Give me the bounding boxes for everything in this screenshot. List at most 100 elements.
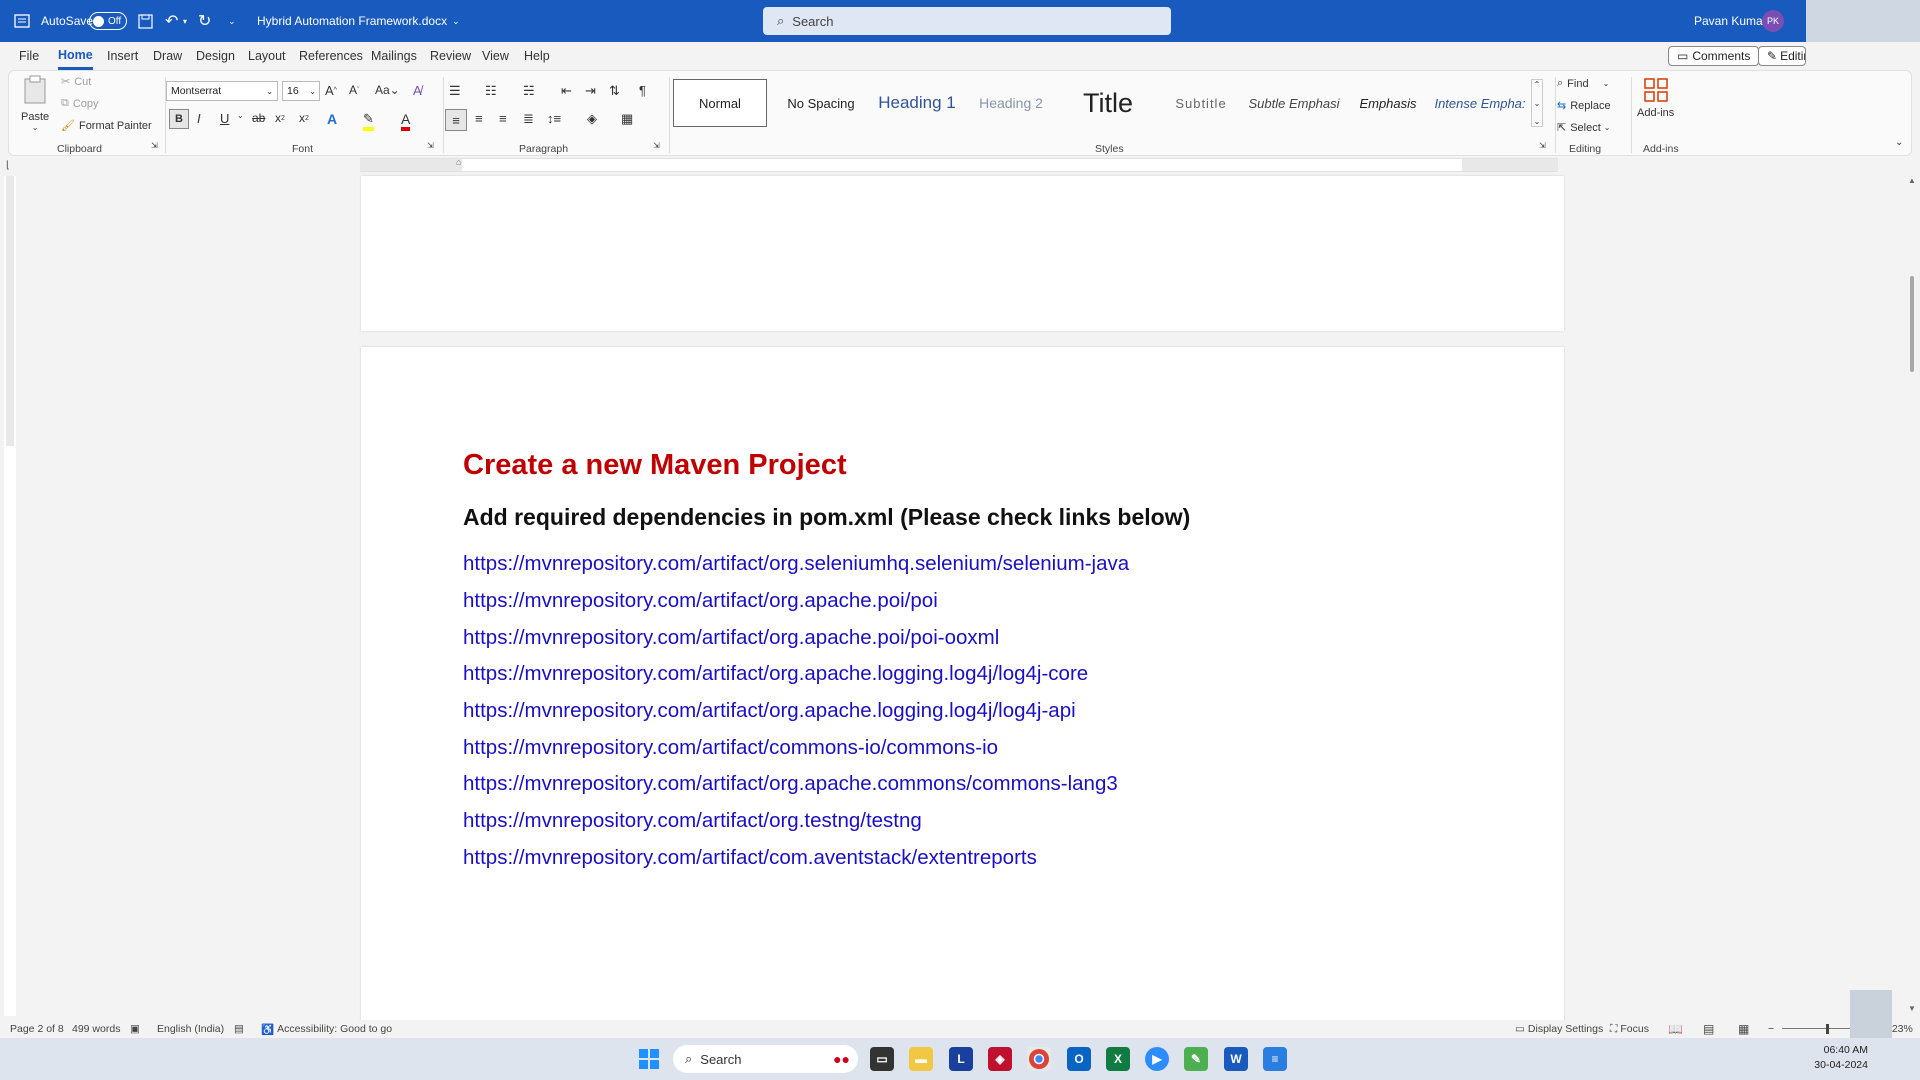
change-case-icon[interactable]: Aa⌄: [375, 83, 400, 97]
align-right-icon[interactable]: ≡: [499, 111, 507, 126]
increase-indent-icon[interactable]: ⇥: [585, 83, 596, 99]
show-formatting-marks-icon[interactable]: ¶: [639, 83, 646, 98]
tab-design[interactable]: Design: [196, 42, 235, 70]
collapse-ribbon-icon[interactable]: ⌄: [1895, 137, 1903, 148]
line-spacing-icon[interactable]: ↕≡: [547, 111, 561, 126]
dependency-link[interactable]: https://mvnrepository.com/artifact/org.t…: [463, 809, 922, 833]
style-no-spacing[interactable]: No Spacing: [771, 79, 871, 127]
font-color-icon[interactable]: A: [401, 111, 411, 131]
copy-button[interactable]: ⧉ Copy: [61, 97, 99, 110]
word-count[interactable]: 499 words: [72, 1020, 120, 1038]
font-family-select[interactable]: Montserrat ⌄: [166, 81, 278, 101]
tab-selector-icon[interactable]: ⌊: [6, 160, 10, 171]
word-app-icon[interactable]: [14, 0, 30, 42]
editing-mode-button[interactable]: ✎ Editing: [1758, 46, 1806, 66]
vertical-scrollbar[interactable]: ▲ ▼: [1904, 176, 1920, 1016]
dependency-link[interactable]: https://mvnrepository.com/artifact/com.a…: [463, 846, 1037, 870]
text-effects-icon[interactable]: A: [327, 111, 337, 127]
page-count[interactable]: Page 2 of 8: [10, 1020, 64, 1038]
undo-icon[interactable]: ↶: [165, 0, 178, 42]
l-app-icon[interactable]: L: [949, 1047, 973, 1071]
subscript-icon[interactable]: x2: [275, 111, 285, 125]
bullets-icon[interactable]: ☰: [449, 83, 461, 99]
web-layout-icon[interactable]: ▦: [1738, 1020, 1749, 1038]
style-heading-2[interactable]: Heading 2: [965, 79, 1057, 127]
dependency-link[interactable]: https://mvnrepository.com/artifact/org.a…: [463, 626, 999, 650]
chevron-down-icon[interactable]: ⌄: [237, 111, 244, 120]
cut-button[interactable]: ✂ Cut: [61, 75, 91, 89]
shading-icon[interactable]: ◈: [587, 111, 597, 127]
style-heading-1[interactable]: Heading 1: [873, 79, 961, 127]
print-layout-icon[interactable]: ▤: [1703, 1020, 1714, 1038]
clipboard-launcher-icon[interactable]: ⇲: [151, 141, 158, 150]
file-explorer-icon[interactable]: ▬: [909, 1047, 933, 1071]
indent-marker-icon[interactable]: ⌂: [456, 157, 461, 167]
tab-review[interactable]: Review: [430, 42, 471, 70]
style-normal[interactable]: Normal: [673, 79, 767, 127]
highlight-icon[interactable]: ✎: [363, 111, 374, 131]
find-button[interactable]: ⌕ Find ⌄: [1557, 77, 1609, 90]
scroll-up-icon[interactable]: ▲: [1908, 176, 1916, 185]
dependency-link[interactable]: https://mvnrepository.com/artifact/org.a…: [463, 699, 1076, 723]
align-center-icon[interactable]: ≡: [475, 111, 483, 126]
style-subtle-emphasis[interactable]: Subtle Emphasi: [1245, 79, 1343, 127]
align-left-icon[interactable]: ≡: [445, 109, 467, 131]
superscript-icon[interactable]: x2: [299, 111, 309, 125]
decrease-indent-icon[interactable]: ⇤: [561, 83, 572, 99]
read-mode-icon[interactable]: 📖: [1668, 1020, 1683, 1038]
notepad-icon[interactable]: ≡: [1263, 1047, 1287, 1071]
customize-toolbar-icon[interactable]: ⌄: [228, 0, 236, 42]
mcafee-icon[interactable]: ◈: [988, 1047, 1012, 1071]
start-button[interactable]: [637, 1047, 661, 1071]
search-box[interactable]: ⌕ Search: [763, 7, 1171, 35]
styles-launcher-icon[interactable]: ⇲: [1539, 141, 1546, 150]
tab-file[interactable]: File: [19, 42, 39, 70]
style-subtitle[interactable]: Subtitle: [1159, 79, 1243, 127]
style-intense-emphasis[interactable]: Intense Empha:: [1433, 79, 1527, 127]
clear-formatting-icon[interactable]: A̸: [413, 83, 422, 98]
zoom-app-icon[interactable]: ▶: [1145, 1047, 1169, 1071]
bold-icon[interactable]: B: [169, 109, 189, 129]
sort-icon[interactable]: ⇅: [609, 83, 620, 99]
dependency-link[interactable]: https://mvnrepository.com/artifact/org.a…: [463, 589, 938, 613]
font-launcher-icon[interactable]: ⇲: [427, 141, 434, 150]
scroll-down-icon[interactable]: ▼: [1908, 1004, 1916, 1013]
undo-dropdown-icon[interactable]: ▾: [183, 0, 187, 42]
tab-references[interactable]: References: [299, 42, 363, 70]
notepad-plus-icon[interactable]: ✎: [1184, 1047, 1208, 1071]
italic-icon[interactable]: I: [197, 111, 201, 126]
focus-button[interactable]: ⛶ Focus: [1610, 1020, 1649, 1038]
display-settings-button[interactable]: ▭ Display Settings: [1515, 1020, 1603, 1038]
language[interactable]: English (India): [157, 1020, 224, 1038]
shrink-font-icon[interactable]: Aˇ: [349, 83, 359, 97]
multilevel-list-icon[interactable]: ☵: [523, 83, 535, 99]
save-icon[interactable]: [138, 0, 153, 42]
autosave-toggle[interactable]: Off: [89, 0, 127, 42]
zoom-out-icon[interactable]: −: [1768, 1020, 1774, 1038]
tab-view[interactable]: View: [482, 42, 509, 70]
zoom-slider-thumb[interactable]: [1826, 1024, 1829, 1034]
avatar[interactable]: PK: [1762, 0, 1784, 42]
grow-font-icon[interactable]: A ^: [325, 83, 337, 98]
tab-mailings[interactable]: Mailings: [371, 42, 417, 70]
word-icon[interactable]: W: [1224, 1047, 1248, 1071]
justify-icon[interactable]: ≣: [523, 111, 534, 127]
text-predictions-icon[interactable]: ▤: [234, 1020, 244, 1038]
tab-draw[interactable]: Draw: [153, 42, 182, 70]
style-emphasis[interactable]: Emphasis: [1345, 79, 1431, 127]
chrome-icon[interactable]: [1027, 1047, 1051, 1071]
tab-home[interactable]: Home: [58, 42, 93, 70]
taskbar-search[interactable]: ⌕ Search ●●: [673, 1045, 858, 1073]
borders-icon[interactable]: ▦: [621, 111, 633, 127]
dependency-link[interactable]: https://mvnrepository.com/artifact/org.s…: [463, 552, 1129, 576]
dependency-link[interactable]: https://mvnrepository.com/artifact/commo…: [463, 736, 998, 760]
excel-icon[interactable]: X: [1106, 1047, 1130, 1071]
vertical-ruler[interactable]: [4, 176, 16, 1016]
underline-icon[interactable]: U: [220, 111, 229, 126]
redo-icon[interactable]: ↻: [198, 0, 211, 42]
styles-scroll[interactable]: ⌃ ⌄ ⌄: [1531, 79, 1543, 127]
document-title[interactable]: Hybrid Automation Framework.docx ⌄: [257, 0, 460, 42]
format-painter-button[interactable]: 🖌 Format Painter: [61, 119, 152, 133]
dependency-link[interactable]: https://mvnrepository.com/artifact/org.a…: [463, 772, 1118, 796]
accessibility-status[interactable]: ♿ Accessibility: Good to go: [261, 1020, 392, 1038]
